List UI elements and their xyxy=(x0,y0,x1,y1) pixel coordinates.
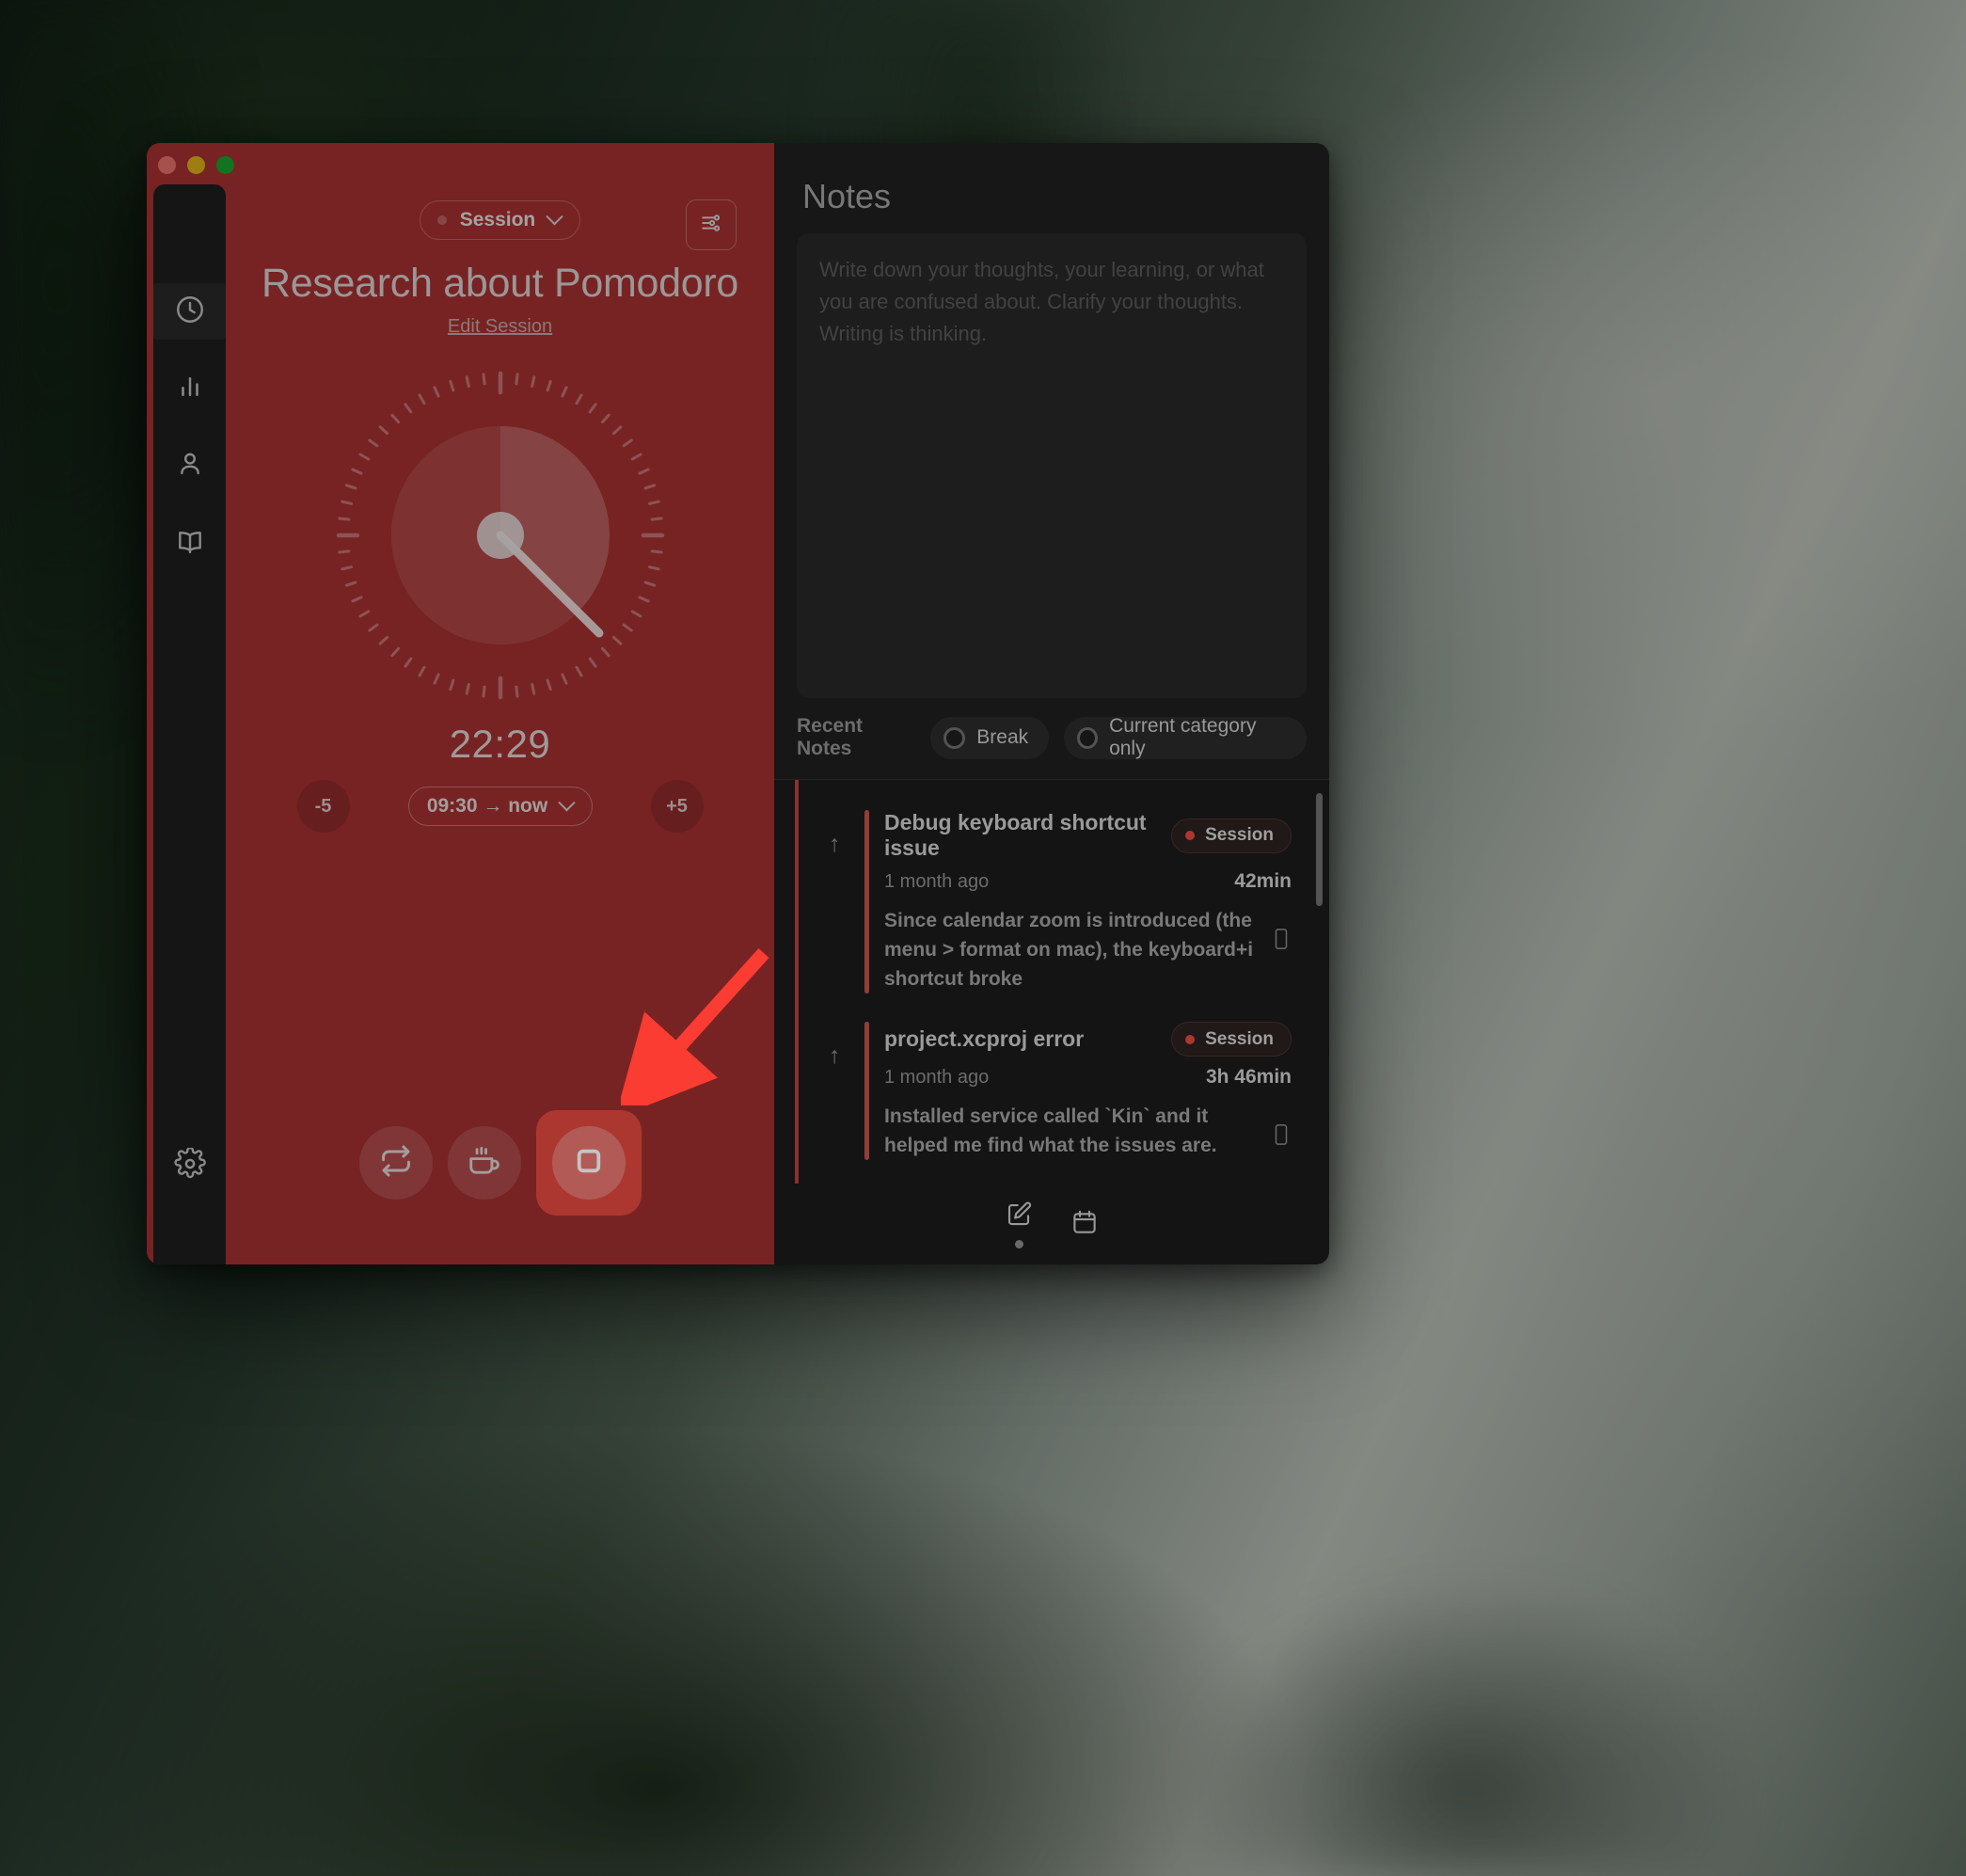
radio-icon xyxy=(1077,726,1099,749)
sidebar-item-journal[interactable] xyxy=(153,515,226,571)
notes-pane: Notes Write down your thoughts, your lea… xyxy=(774,143,1329,1264)
recent-notes-label: Recent Notes xyxy=(797,715,864,759)
sidebar xyxy=(153,184,226,1264)
badge-label: Session xyxy=(1205,1028,1274,1049)
coffee-icon xyxy=(467,1143,502,1184)
list-accent-bar xyxy=(795,780,799,1184)
note-duration: 42min xyxy=(1234,870,1292,892)
copy-icon[interactable] xyxy=(1271,906,1292,956)
calendar-icon xyxy=(1070,1208,1099,1241)
sidebar-item-settings[interactable] xyxy=(153,1137,226,1194)
notes-list: ↑ Debug keyboard shortcut issue Session … xyxy=(774,780,1329,1184)
category-label: Session xyxy=(459,209,536,231)
unsaved-indicator-dot xyxy=(1014,1239,1023,1248)
stop-square-icon xyxy=(571,1143,607,1184)
repeat-button[interactable] xyxy=(358,1126,433,1200)
note-content: project.xcproj error Session 1 month ago… xyxy=(884,1022,1292,1160)
category-dropdown[interactable]: Session xyxy=(419,200,581,240)
badge-dot xyxy=(1185,1034,1196,1044)
dial-graphic xyxy=(336,371,664,700)
note-timestamp: 1 month ago xyxy=(884,870,990,892)
note-body: Since calendar zoom is introduced (the m… xyxy=(884,910,1254,990)
timer-actions xyxy=(226,1110,774,1216)
arrow-up-icon[interactable]: ↑ xyxy=(829,1022,849,1160)
calendar-button[interactable] xyxy=(1070,1208,1099,1241)
filter-current-category-toggle[interactable]: Current category only xyxy=(1064,715,1307,759)
person-icon xyxy=(175,449,205,484)
notes-footer xyxy=(774,1184,1329,1264)
elapsed-time: 22:29 xyxy=(449,722,551,766)
status-badge: Session xyxy=(1171,1022,1292,1057)
note-duration: 3h 46min xyxy=(1205,1066,1292,1088)
arrow-up-icon[interactable]: ↑ xyxy=(829,810,849,994)
stop-button-inner xyxy=(551,1126,626,1200)
radio-icon xyxy=(943,726,966,749)
note-accent xyxy=(864,1022,869,1160)
book-icon xyxy=(175,526,205,561)
repeat-icon xyxy=(378,1143,414,1184)
window-controls xyxy=(158,156,234,174)
sidebar-item-stats[interactable] xyxy=(153,360,226,417)
chevron-down-icon xyxy=(546,207,563,225)
timer-content: Session Research about Pomodoro Edit Ses… xyxy=(226,143,774,1264)
gear-icon xyxy=(173,1146,206,1184)
sidebar-item-timer[interactable] xyxy=(153,283,226,340)
badge-dot xyxy=(1185,831,1196,840)
decrease-5-button[interactable]: -5 xyxy=(296,780,350,833)
timer-dial[interactable] xyxy=(331,366,670,705)
desktop-background: Session Research about Pomodoro Edit Ses… xyxy=(0,0,1966,1876)
list-item[interactable]: ↑ Debug keyboard shortcut issue Session … xyxy=(802,795,1308,1007)
copy-icon[interactable] xyxy=(1271,1102,1292,1152)
increase-5-button[interactable]: +5 xyxy=(650,780,704,833)
time-range-dropdown[interactable]: 09:30 → now xyxy=(407,787,593,826)
zoom-button[interactable] xyxy=(216,156,234,174)
list-item[interactable]: ↑ project.xcproj error Session 1 month a… xyxy=(802,1007,1308,1173)
notes-filter-row: Recent Notes Break Current category only xyxy=(774,698,1329,779)
page-title: Research about Pomodoro xyxy=(261,261,739,306)
minimize-button[interactable] xyxy=(187,156,205,174)
notes-scrollbar[interactable] xyxy=(1316,793,1323,906)
note-accent xyxy=(864,810,869,994)
sidebar-item-profile[interactable] xyxy=(153,437,226,494)
status-badge: Session xyxy=(1171,818,1292,853)
note-title: Debug keyboard shortcut issue xyxy=(884,810,1147,860)
break-button[interactable] xyxy=(447,1126,521,1200)
filter-break-toggle[interactable]: Break xyxy=(930,716,1050,759)
time-range-label: 09:30 → now xyxy=(426,795,548,817)
sliders-icon xyxy=(697,209,725,242)
timer-pane: Session Research about Pomodoro Edit Ses… xyxy=(147,143,774,1264)
filter-current-category-label: Current category only xyxy=(1109,715,1257,759)
note-editor[interactable]: Write down your thoughts, your learning,… xyxy=(797,233,1307,698)
note-timestamp: 1 month ago xyxy=(884,1066,990,1088)
category-dot xyxy=(436,215,447,225)
filter-break-label: Break xyxy=(976,726,1029,748)
edit-session-link[interactable]: Edit Session xyxy=(448,316,552,338)
bar-chart-icon xyxy=(176,373,204,405)
timer-settings-button[interactable] xyxy=(686,199,737,250)
note-editor-placeholder: Write down your thoughts, your learning,… xyxy=(819,258,1264,345)
badge-label: Session xyxy=(1205,825,1274,845)
note-body: Installed service called `Kin` and it he… xyxy=(884,1105,1217,1156)
app-window: Session Research about Pomodoro Edit Ses… xyxy=(147,143,1329,1264)
note-title: project.xcproj error xyxy=(884,1026,1085,1051)
notes-heading: Notes xyxy=(802,177,892,215)
time-adjust-row: -5 09:30 → now +5 xyxy=(296,780,704,833)
new-note-button[interactable] xyxy=(1005,1200,1033,1248)
note-content: Debug keyboard shortcut issue Session 1 … xyxy=(884,810,1292,994)
stop-button[interactable] xyxy=(535,1110,642,1216)
close-button[interactable] xyxy=(158,156,176,174)
chevron-down-icon xyxy=(558,793,576,811)
edit-square-icon xyxy=(1005,1200,1033,1233)
clock-icon xyxy=(174,294,206,330)
